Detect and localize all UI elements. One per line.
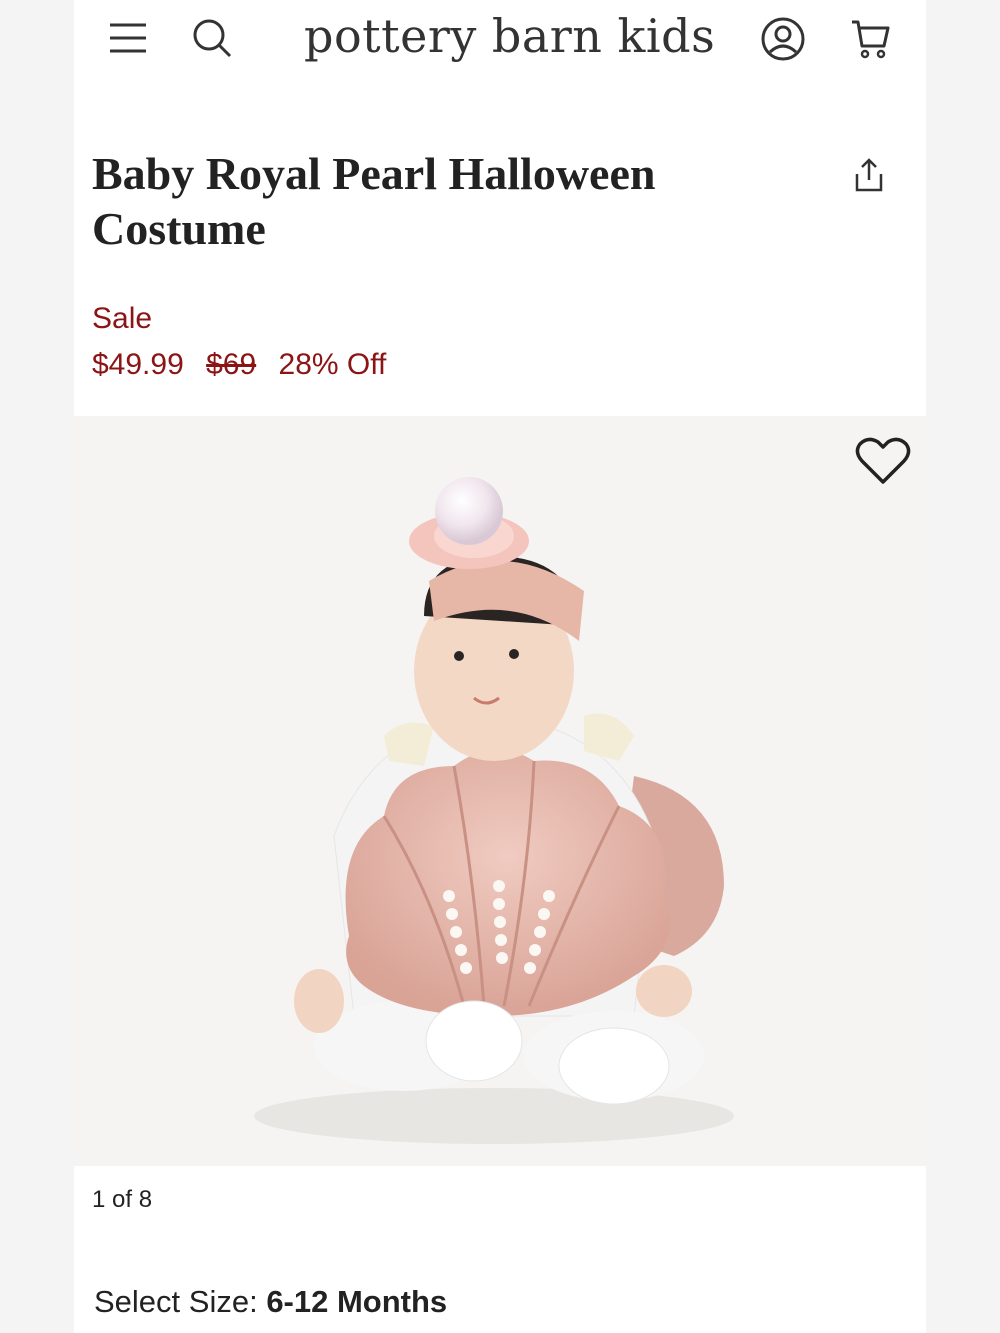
menu-icon[interactable]	[104, 16, 152, 60]
image-counter: 1 of 8	[92, 1186, 153, 1213]
price-row: $49.99 $69 28% Off	[92, 348, 400, 382]
product-title-line1: Baby Royal Pearl Halloween	[92, 148, 656, 199]
original-price: $69	[206, 348, 257, 381]
size-selector[interactable]: Select Size: 6-12 Months	[94, 1284, 447, 1320]
product-image[interactable]	[74, 416, 926, 1166]
favorite-heart-icon[interactable]	[854, 434, 912, 486]
search-icon[interactable]	[188, 14, 236, 62]
selected-size: 6-12 Months	[266, 1284, 448, 1319]
size-label: Select Size:	[94, 1284, 267, 1319]
product-title-line2: Costume	[92, 203, 266, 254]
discount-label: 28% Off	[278, 348, 387, 381]
site-header: pottery barn kids	[74, 0, 926, 80]
account-icon[interactable]	[758, 14, 808, 64]
site-logo[interactable]: pottery barn kids	[304, 6, 715, 66]
product-image-gallery[interactable]	[74, 416, 926, 1166]
cart-icon[interactable]	[846, 14, 894, 64]
product-title: Baby Royal Pearl Halloween Costume	[92, 146, 772, 256]
sale-label: Sale	[92, 302, 153, 335]
sale-price: $49.99	[92, 348, 184, 381]
product-page: pottery barn kids Baby Royal Pearl Hallo…	[74, 0, 926, 1333]
share-icon[interactable]	[846, 154, 892, 198]
